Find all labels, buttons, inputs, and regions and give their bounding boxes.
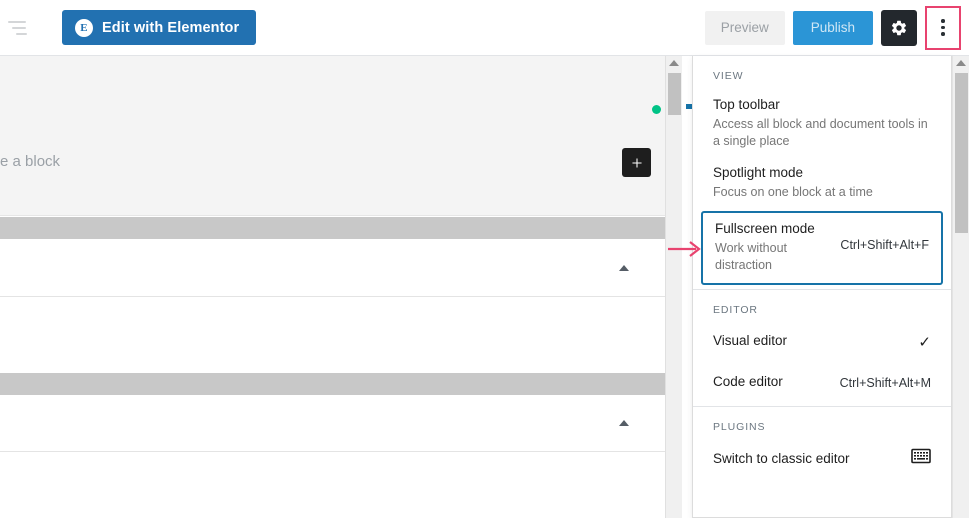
dot — [941, 25, 945, 30]
menu-group-view: VIEW Top toolbar Access all block and do… — [693, 56, 951, 290]
editor-canvas: e a block Select Color — [0, 56, 665, 518]
empty-block-area[interactable]: e a block — [0, 56, 665, 216]
scrollbar-thumb[interactable] — [668, 73, 681, 115]
chevron-up-icon[interactable] — [619, 420, 629, 426]
preview-button[interactable]: Preview — [704, 10, 785, 45]
hamburger-icon[interactable] — [8, 15, 34, 41]
page-scrollbar[interactable] — [952, 56, 969, 518]
menu-item-shortcut: Ctrl+Shift+Alt+F — [840, 238, 929, 252]
dot — [941, 19, 945, 23]
metabox-panel[interactable] — [0, 395, 665, 452]
edit-with-elementor-label: Edit with Elementor — [102, 19, 240, 36]
hamburger-line — [12, 26, 26, 29]
plus-icon — [631, 157, 642, 168]
keyboard-icon — [911, 448, 931, 469]
annotation-arrow-icon — [668, 241, 701, 257]
canvas-scrollbar[interactable] — [665, 56, 682, 518]
menu-item-description: Work without distraction — [715, 241, 788, 272]
menu-item-fullscreen-mode[interactable]: Fullscreen mode Work without distraction… — [701, 211, 943, 285]
metabox-body — [0, 452, 665, 518]
editor-screen: E Edit with Elementor Preview Publish e … — [0, 0, 969, 518]
dot — [941, 32, 945, 36]
menu-item-title: Code editor — [713, 374, 783, 389]
menu-item-spotlight-mode[interactable]: Spotlight mode Focus on one block at a t… — [693, 158, 951, 209]
toolbar-actions: Preview Publish — [704, 5, 969, 50]
metabox-panel[interactable] — [0, 239, 665, 297]
scroll-up-arrow-icon[interactable] — [956, 60, 966, 66]
menu-item-text: Top toolbar Access all block and documen… — [713, 95, 931, 150]
menu-item-title: Spotlight mode — [713, 165, 804, 180]
menu-item-code-editor[interactable]: Code editor Ctrl+Shift+Alt+M — [693, 365, 951, 406]
block-placeholder-text: e a block — [0, 153, 61, 170]
scrollbar-thumb[interactable] — [955, 73, 968, 233]
menu-item-text: Spotlight mode Focus on one block at a t… — [713, 163, 931, 201]
menu-item-title: Visual editor — [713, 333, 788, 348]
editor-toolbar: E Edit with Elementor Preview Publish — [0, 0, 969, 56]
menu-group-label: PLUGINS — [713, 421, 766, 433]
menu-item-switch-to-classic-editor[interactable]: Switch to classic editor — [693, 441, 951, 483]
menu-item-text: Fullscreen mode Work without distraction — [715, 219, 832, 274]
section-divider — [0, 373, 665, 395]
menu-item-top-toolbar[interactable]: Top toolbar Access all block and documen… — [693, 90, 951, 158]
chevron-up-icon[interactable] — [619, 264, 629, 271]
menu-group-label: VIEW — [713, 70, 744, 82]
add-block-button[interactable] — [622, 148, 651, 177]
hamburger-line — [8, 20, 26, 23]
menu-item-shortcut: Ctrl+Shift+Alt+M — [839, 375, 931, 390]
gear-icon — [891, 20, 907, 35]
menu-group-plugins: PLUGINS Switch to classic editor — [693, 407, 951, 483]
edit-with-elementor-button[interactable]: E Edit with Elementor — [62, 10, 257, 45]
more-options-menu: VIEW Top toolbar Access all block and do… — [692, 56, 952, 518]
menu-group-editor: EDITOR Visual editor ✓ Code editor Ctrl+… — [693, 290, 951, 407]
status-dot — [652, 105, 661, 114]
three-dots-icon — [941, 19, 945, 36]
menu-item-description: Access all block and document tools in a… — [713, 117, 928, 148]
menu-item-title: Top toolbar — [713, 97, 780, 112]
menu-item-title: Switch to classic editor — [713, 450, 850, 466]
section-divider — [0, 217, 665, 239]
menu-item-title: Fullscreen mode — [715, 221, 815, 236]
check-icon: ✓ — [918, 333, 931, 351]
settings-button[interactable] — [881, 9, 917, 46]
metabox-body — [0, 297, 665, 373]
elementor-logo-icon: E — [75, 18, 93, 37]
menu-item-visual-editor[interactable]: Visual editor ✓ — [693, 324, 951, 365]
menu-group-label: EDITOR — [713, 304, 758, 316]
scroll-up-arrow-icon[interactable] — [669, 60, 679, 66]
menu-item-description: Focus on one block at a time — [713, 185, 873, 199]
more-options-button[interactable] — [925, 5, 961, 50]
hamburger-line — [16, 32, 27, 35]
publish-button[interactable]: Publish — [792, 10, 873, 45]
